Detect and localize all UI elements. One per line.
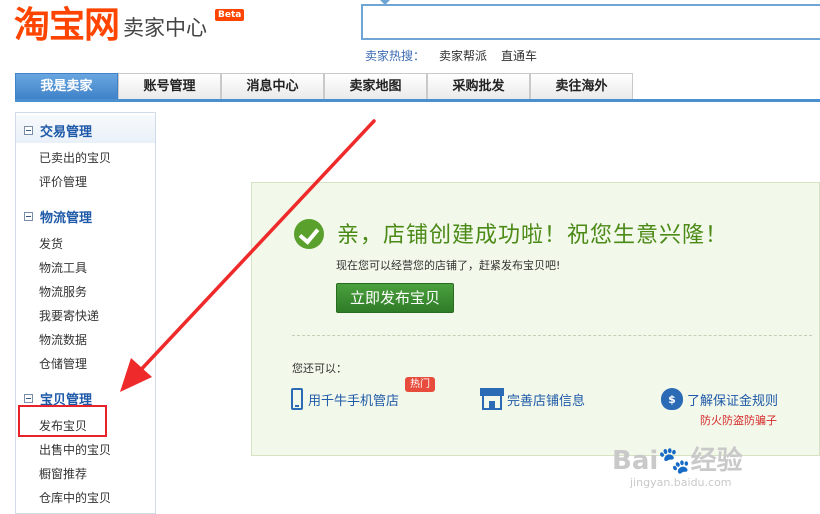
money-bag-icon: $: [661, 388, 683, 410]
tab-account[interactable]: 账号管理: [118, 73, 221, 99]
sidebar-item-sold[interactable]: 已卖出的宝贝: [39, 149, 111, 166]
divider: [292, 335, 812, 336]
collapse-icon[interactable]: [24, 394, 33, 403]
tab-messages[interactable]: 消息中心: [221, 73, 324, 99]
sidebar-item-logistics-tools[interactable]: 物流工具: [39, 259, 87, 276]
section-trade[interactable]: 交易管理: [24, 121, 92, 140]
watermark-main: Bai🐾经验: [612, 446, 743, 476]
hot-search-bar: 卖家热搜： 卖家帮派 直通车: [365, 47, 537, 64]
sidebar: 交易管理 已卖出的宝贝 评价管理 物流管理 发货 物流工具 物流服务 我要寄快递…: [15, 112, 156, 514]
success-check-icon: [294, 219, 324, 249]
shop-info-label: 完善店铺信息: [507, 393, 586, 409]
deposit-rules-label: 了解保证金规则: [687, 393, 779, 409]
search-input[interactable]: [361, 4, 820, 40]
collapse-icon[interactable]: [24, 212, 33, 221]
sidebar-item-reviews[interactable]: 评价管理: [39, 173, 87, 190]
section-title: 交易管理: [40, 125, 93, 140]
sidebar-item-on-sale[interactable]: 出售中的宝贝: [39, 441, 111, 458]
phone-icon: [291, 388, 303, 410]
section-title: 物流管理: [40, 211, 93, 226]
success-subline: 现在您可以经营您的店铺了，赶紧发布宝贝吧!: [336, 259, 561, 272]
mobile-manage-link[interactable]: 用千牛手机管店: [291, 388, 399, 410]
tab-wholesale[interactable]: 采购批发: [427, 73, 530, 99]
tab-seller-map[interactable]: 卖家地图: [324, 73, 427, 99]
taobao-logo[interactable]: 淘宝网 卖家中心: [14, 2, 207, 48]
collapse-icon[interactable]: [24, 126, 33, 135]
annotation-highlight-box: [18, 405, 107, 437]
success-panel: 亲，店铺创建成功啦！祝您生意兴隆！ 现在您可以经营您的店铺了，赶紧发布宝贝吧! …: [251, 182, 820, 456]
sidebar-item-warehouse[interactable]: 仓储管理: [39, 355, 87, 372]
mobile-manage-label: 用千牛手机管店: [308, 393, 400, 409]
sidebar-item-logistics-service[interactable]: 物流服务: [39, 283, 87, 300]
beta-badge: Beta: [215, 9, 245, 21]
hot-link-bangpai[interactable]: 卖家帮派: [439, 47, 487, 64]
sidebar-item-express[interactable]: 我要寄快递: [39, 307, 99, 324]
deposit-note: 防火防盗防骗子: [700, 414, 777, 427]
logo-sub-text: 卖家中心: [123, 16, 208, 40]
tab-seller[interactable]: 我是卖家: [15, 73, 118, 99]
deposit-rules-link[interactable]: $ 了解保证金规则: [661, 388, 778, 410]
sidebar-item-warehouse-items[interactable]: 仓库中的宝贝: [39, 489, 111, 506]
sidebar-item-logistics-data[interactable]: 物流数据: [39, 331, 87, 348]
baidu-watermark: Bai🐾经验 jingyan.baidu.com: [612, 440, 743, 489]
success-headline: 亲，店铺创建成功啦！祝您生意兴隆！: [337, 223, 729, 248]
hot-search-label: 卖家热搜：: [365, 49, 426, 63]
watermark-sub: jingyan.baidu.com: [630, 476, 732, 489]
also-label: 您还可以：: [292, 362, 347, 375]
logo-main-text: 淘宝网: [14, 5, 120, 46]
publish-item-button[interactable]: 立即发布宝贝: [336, 283, 454, 313]
hot-badge: 热门: [405, 377, 435, 392]
sidebar-item-ship[interactable]: 发货: [39, 235, 63, 252]
shop-info-link[interactable]: 完善店铺信息: [480, 388, 585, 410]
shop-icon: [480, 388, 504, 410]
tab-overseas[interactable]: 卖往海外: [530, 73, 633, 99]
section-logistics[interactable]: 物流管理: [24, 207, 92, 226]
top-nav: 我是卖家 账号管理 消息中心 卖家地图 采购批发 卖往海外: [15, 73, 820, 102]
hot-link-ztc[interactable]: 直通车: [501, 47, 537, 64]
sidebar-item-window[interactable]: 橱窗推荐: [39, 465, 87, 482]
